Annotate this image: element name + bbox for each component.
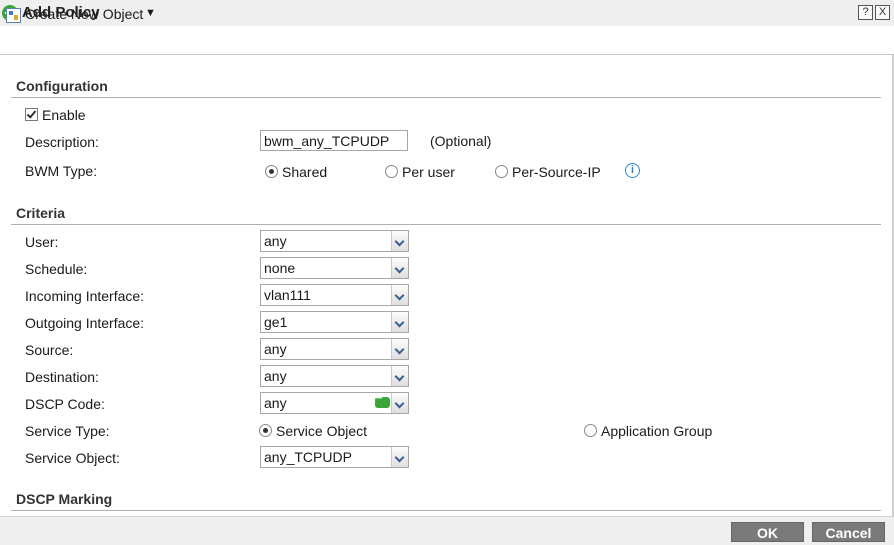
bwm-type-label: BWM Type: (25, 163, 98, 179)
service-object-label: Service Object: (25, 450, 120, 466)
description-value: bwm_any_TCPUDP (264, 133, 390, 149)
service-object-select[interactable]: any_TCPUDP (260, 446, 409, 468)
info-icon[interactable]: i (625, 163, 640, 178)
user-label: User: (25, 234, 59, 250)
chat-bubble-icon[interactable] (375, 393, 390, 408)
section-divider (11, 510, 881, 511)
schedule-select[interactable]: none (260, 257, 409, 279)
application-group-radio[interactable] (584, 424, 597, 437)
bwm-per-user-radio[interactable] (385, 165, 398, 178)
cancel-button[interactable]: Cancel (812, 522, 885, 542)
section-criteria-heading: Criteria (16, 205, 66, 221)
schedule-value: none (264, 260, 296, 276)
destination-select[interactable]: any (260, 365, 409, 387)
close-button[interactable]: X (875, 5, 890, 20)
service-object-value: any_TCPUDP (264, 449, 352, 465)
section-dscp-marking-heading: DSCP Marking (16, 491, 113, 507)
enable-checkbox[interactable] (25, 108, 38, 121)
dscp-code-value: any (264, 395, 287, 411)
service-object-option-label: Service Object (276, 423, 368, 439)
bwm-per-source-ip-radio[interactable] (495, 165, 508, 178)
outgoing-interface-select[interactable]: ge1 (260, 311, 409, 333)
source-value: any (264, 341, 287, 357)
section-divider (11, 224, 881, 225)
chevron-down-icon[interactable] (391, 366, 408, 386)
dscp-code-label: DSCP Code: (25, 396, 105, 412)
incoming-interface-select[interactable]: vlan111 (260, 284, 409, 306)
outgoing-interface-label: Outgoing Interface: (25, 315, 145, 331)
chevron-down-icon[interactable] (391, 447, 408, 467)
service-object-radio[interactable] (259, 424, 272, 437)
bwm-shared-radio[interactable] (265, 165, 278, 178)
outgoing-interface-value: ge1 (264, 314, 288, 330)
create-object-icon[interactable] (6, 8, 21, 23)
description-optional-hint: (Optional) (430, 133, 492, 149)
bwm-per-user-label: Per user (402, 164, 455, 180)
ok-button[interactable]: OK (731, 522, 804, 542)
chevron-down-icon[interactable] (391, 312, 408, 332)
application-group-option-label: Application Group (601, 423, 713, 439)
chevron-down-icon[interactable] (391, 393, 408, 413)
user-value: any (264, 233, 287, 249)
chevron-down-icon[interactable] (391, 258, 408, 278)
chevron-down-icon[interactable] (391, 285, 408, 305)
destination-label: Destination: (25, 369, 99, 385)
section-configuration-heading: Configuration (16, 78, 108, 94)
incoming-interface-label: Incoming Interface: (25, 288, 145, 304)
schedule-label: Schedule: (25, 261, 88, 277)
enable-label: Enable (42, 107, 86, 123)
source-label: Source: (25, 342, 74, 358)
create-new-object-menu[interactable]: Create New Object (25, 6, 143, 22)
source-select[interactable]: any (260, 338, 409, 360)
chevron-down-icon[interactable]: ▼ (145, 7, 156, 19)
bwm-per-source-ip-label: Per-Source-IP (512, 164, 601, 180)
destination-value: any (264, 368, 287, 384)
bwm-shared-label: Shared (282, 164, 328, 180)
chevron-down-icon[interactable] (391, 339, 408, 359)
section-divider (11, 97, 881, 98)
description-field[interactable]: bwm_any_TCPUDP (260, 130, 408, 151)
incoming-interface-value: vlan111 (264, 287, 311, 303)
help-button[interactable]: ? (858, 5, 873, 20)
form-content (0, 55, 894, 516)
chevron-down-icon[interactable] (391, 231, 408, 251)
service-type-label: Service Type: (25, 423, 110, 439)
description-label: Description: (25, 134, 99, 150)
user-select[interactable]: any (260, 230, 409, 252)
toolbar (0, 26, 894, 55)
